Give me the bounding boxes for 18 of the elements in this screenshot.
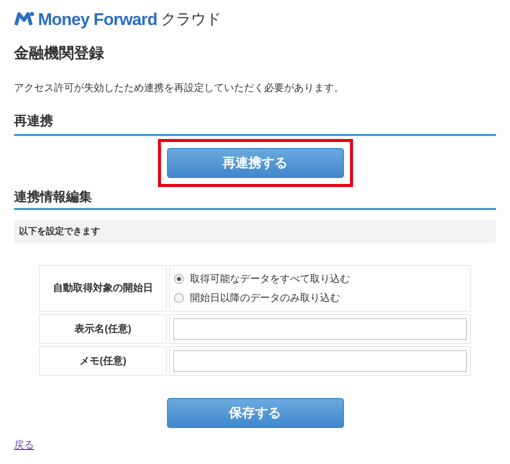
label-cell: 自動取得対象の開始日 bbox=[39, 265, 167, 312]
label-cell: 表示名(任意) bbox=[39, 314, 167, 344]
logo-icon bbox=[14, 11, 34, 27]
label-cell: メモ(任意) bbox=[39, 346, 167, 376]
text-field[interactable] bbox=[173, 318, 467, 340]
section-heading: 連携情報編集 bbox=[14, 188, 496, 210]
back-link[interactable]: 戻る bbox=[14, 438, 34, 453]
brand-name: Money Forward bbox=[38, 10, 158, 28]
radio-button[interactable] bbox=[174, 293, 184, 303]
text-field[interactable] bbox=[173, 350, 467, 372]
section-heading: 再連携 bbox=[14, 112, 496, 136]
page-title: 金融機関登録 bbox=[14, 44, 105, 64]
message-text: アクセス許可が失効したため連携を再設定していただく必要があります。 bbox=[14, 82, 345, 96]
radio-option[interactable]: 開始日以降のデータのみ取り込む bbox=[173, 290, 467, 306]
radio-button[interactable] bbox=[174, 274, 184, 284]
radio-option[interactable]: 取得可能なデータをすべて取り込む bbox=[173, 272, 467, 286]
notice-text: 以下を設定できます bbox=[19, 224, 100, 238]
product-name: クラウド bbox=[161, 12, 222, 26]
